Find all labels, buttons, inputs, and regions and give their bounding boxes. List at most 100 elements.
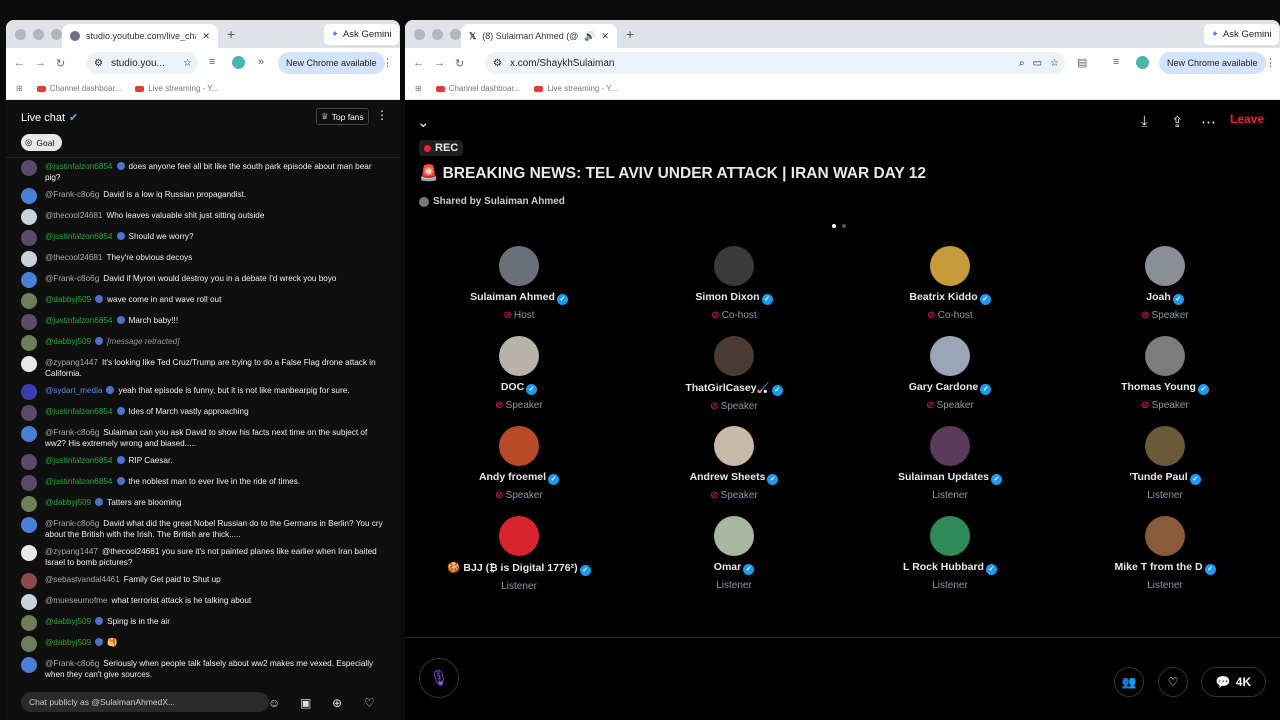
chat-username[interactable]: @thecool24681: [45, 211, 102, 220]
avatar[interactable]: [21, 209, 37, 225]
top-fans-button[interactable]: ♕ Top fans: [316, 108, 369, 125]
close-tab-icon[interactable]: ✕: [202, 31, 210, 42]
audio-playing-icon[interactable]: 🔊: [584, 31, 595, 42]
avatar[interactable]: [21, 314, 37, 330]
avatar[interactable]: [499, 336, 539, 376]
avatar[interactable]: [930, 426, 970, 466]
people-button[interactable]: 👥: [1114, 667, 1144, 697]
extensions-icon[interactable]: ≡: [209, 56, 215, 68]
chat-message[interactable]: @thecool24681 Who leaves valuable shit ju…: [6, 207, 400, 228]
back-icon[interactable]: ←: [413, 57, 424, 69]
participant-card[interactable]: Omar ✓ Listener: [626, 516, 842, 591]
participant-card[interactable]: Thomas Young ✓ ⊘ Speaker: [1057, 336, 1273, 411]
close-tab-icon[interactable]: ✕: [601, 31, 609, 42]
chat-message[interactable]: @dabbyj509 wave come in and wave roll out: [6, 291, 400, 312]
bookmark-live-streaming[interactable]: Live streaming - Y...: [534, 84, 617, 93]
avatar[interactable]: [21, 496, 37, 512]
chat-message[interactable]: @dabbyj509 [message retracted]: [6, 333, 400, 354]
address-bar[interactable]: ⚙ studio.you... ☆: [86, 52, 198, 74]
chat-input[interactable]: Chat publicly as @SulaimanAhmedX...: [21, 692, 269, 712]
avatar[interactable]: [21, 615, 37, 631]
reload-icon[interactable]: ↻: [455, 57, 464, 70]
reload-icon[interactable]: ↻: [56, 57, 65, 70]
avatar[interactable]: [21, 384, 37, 400]
avatar[interactable]: [21, 594, 37, 610]
collapse-chevron-icon[interactable]: ⌄: [417, 113, 430, 131]
microphone-button[interactable]: 🎙: [419, 658, 459, 698]
add-icon[interactable]: ⊕: [332, 696, 342, 710]
participant-card[interactable]: Sulaiman Updates ✓ Listener: [842, 426, 1058, 501]
chat-message[interactable]: @dabbyj509 Tatters are blooming: [6, 494, 400, 515]
avatar[interactable]: [21, 251, 37, 267]
share-icon[interactable]: ⇪: [1171, 113, 1184, 131]
avatar[interactable]: [714, 516, 754, 556]
menu-icon[interactable]: ⋮: [382, 56, 393, 69]
avatar[interactable]: [21, 405, 37, 421]
site-settings-icon[interactable]: ⚙: [493, 58, 502, 69]
avatar[interactable]: [21, 188, 37, 204]
avatar[interactable]: [499, 426, 539, 466]
participant-card[interactable]: Joah ✓ ⊘ Speaker: [1057, 246, 1273, 321]
forward-icon[interactable]: →: [35, 57, 46, 69]
back-icon[interactable]: ←: [14, 57, 25, 69]
avatar[interactable]: [499, 246, 539, 286]
avatar[interactable]: [21, 272, 37, 288]
chat-username[interactable]: @Frank-c8o6g: [45, 274, 99, 283]
chat-message[interactable]: @justinfalzon6854 RIP Caesar.: [6, 452, 400, 473]
new-tab-button[interactable]: +: [227, 26, 235, 42]
profile-avatar[interactable]: [232, 56, 245, 69]
bookmark-live-streaming[interactable]: Live streaming - Y...: [135, 84, 218, 93]
window-controls[interactable]: [414, 29, 461, 40]
forward-icon[interactable]: →: [434, 57, 445, 69]
more-icon[interactable]: ⋯: [1201, 113, 1216, 131]
participant-card[interactable]: Simon Dixon ✓ ⊘ Co-host: [626, 246, 842, 321]
side-panel-icon[interactable]: ▤: [1077, 56, 1087, 69]
avatar[interactable]: [714, 246, 754, 286]
avatar[interactable]: [21, 517, 37, 533]
participant-card[interactable]: 🍪 BJJ (₿ is Digital 1776²) ✓ Listener: [411, 516, 627, 592]
chat-message[interactable]: @dabbyj509 🥞: [6, 634, 400, 655]
avatar[interactable]: [1145, 516, 1185, 556]
chat-username[interactable]: @justinfalzon6854: [45, 456, 113, 465]
chat-username[interactable]: @Frank-c8o6g: [45, 190, 99, 199]
goal-button[interactable]: ◎ Goal: [21, 134, 63, 151]
profile-avatar[interactable]: [1136, 56, 1149, 69]
avatar[interactable]: [21, 230, 37, 246]
address-bar[interactable]: ⚙ x.com/ShaykhSulaiman ⌕ ▭ ☆: [485, 52, 1065, 74]
participant-card[interactable]: L Rock Hubbard ✓ Listener: [842, 516, 1058, 591]
chat-username[interactable]: @dabbyj509: [45, 617, 91, 626]
new-chrome-available-button[interactable]: New Chrome available: [1159, 52, 1266, 74]
page-indicator[interactable]: [832, 224, 846, 228]
participant-card[interactable]: Beatrix Kiddo ✓ ⊘ Co-host: [842, 246, 1058, 321]
chat-message[interactable]: @justinfalzon6854 Ides of March vastly ap…: [6, 403, 400, 424]
leave-button[interactable]: Leave: [1230, 112, 1264, 126]
chat-username[interactable]: @dabbyj509: [45, 498, 91, 507]
ask-gemini-button[interactable]: ✦ Ask Gemini: [1204, 24, 1279, 45]
chat-message[interactable]: @mueseumofme what terrorist attack is he …: [6, 592, 400, 613]
apps-icon[interactable]: ⊞: [16, 84, 23, 93]
chat-username[interactable]: @sebastvandal4461: [45, 575, 120, 584]
chat-message[interactable]: @justinfalzon6854 the noblest man to ever…: [6, 473, 400, 494]
chat-message[interactable]: @Frank-c8o6g David is a low iq Russian pr…: [6, 186, 400, 207]
chat-message[interactable]: @thecool24681 They're obvious decoys: [6, 249, 400, 270]
extensions-icon[interactable]: ≡: [1113, 56, 1119, 68]
tab-x-profile[interactable]: 𝕏 (8) Sulaiman Ahmed (@Sh 🔊 ✕: [461, 24, 617, 48]
heart-icon[interactable]: ♡: [364, 696, 375, 710]
minimize-icon[interactable]: ⤓: [1141, 113, 1148, 130]
avatar[interactable]: [21, 356, 37, 372]
site-settings-icon[interactable]: ⚙: [94, 58, 103, 69]
tab-youtube-studio[interactable]: studio.youtube.com/live_cha ✕: [62, 24, 218, 48]
chat-username[interactable]: @dabbyj509: [45, 638, 91, 647]
bookmark-channel-dashboard[interactable]: Channel dashboar...: [36, 84, 121, 93]
comments-button[interactable]: 💬 4K: [1201, 667, 1266, 697]
chat-username[interactable]: @thecool24681: [45, 253, 102, 262]
avatar[interactable]: [714, 336, 754, 376]
apps-icon[interactable]: ⊞: [415, 84, 422, 93]
participant-card[interactable]: Mike T from the D ✓ Listener: [1057, 516, 1273, 591]
chat-username[interactable]: @Frank-c8o6g: [45, 428, 99, 437]
chat-message[interactable]: @zypang1447 It's looking like Ted Cruz/Tr…: [6, 354, 400, 382]
new-chrome-available-button[interactable]: New Chrome available: [278, 52, 385, 74]
avatar[interactable]: [930, 246, 970, 286]
avatar[interactable]: [1145, 246, 1185, 286]
chat-message[interactable]: @Frank-c8o6g Seriously when people talk f…: [6, 655, 400, 683]
